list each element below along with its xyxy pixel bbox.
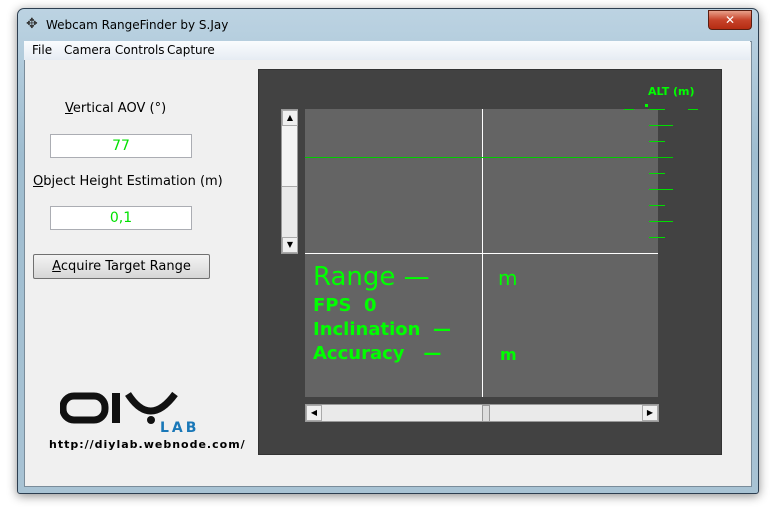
- fps-readout: FPS 0: [313, 295, 377, 316]
- vertical-aov-label: Vertical AOV (°): [65, 101, 167, 116]
- alt-label: ALT (m): [648, 85, 695, 98]
- alt-tick: [649, 237, 665, 238]
- alt-tick: [649, 109, 665, 110]
- range-unit: m: [498, 266, 518, 290]
- website-url[interactable]: http://diylab.webnode.com/: [49, 438, 246, 451]
- acquire-target-range-button[interactable]: Acquire Target Range: [33, 254, 210, 279]
- alt-tick: [649, 125, 673, 126]
- vertical-scrollbar[interactable]: ▲ ▼: [281, 109, 298, 254]
- alt-tick: [649, 141, 665, 142]
- close-button[interactable]: ✕: [708, 10, 752, 30]
- object-height-label: Object Height Estimation (m): [33, 174, 223, 189]
- move-icon[interactable]: ✥: [26, 16, 38, 32]
- range-readout: Range —: [313, 262, 430, 292]
- menu-file[interactable]: File: [32, 43, 52, 57]
- svg-text:LAB: LAB: [160, 420, 199, 435]
- alt-tick: [649, 189, 673, 190]
- horizon-line: [305, 157, 673, 158]
- menu-capture[interactable]: Capture: [167, 43, 215, 57]
- vertical-aov-input[interactable]: 77: [50, 134, 192, 158]
- accuracy-unit: m: [500, 345, 517, 364]
- window-title: Webcam RangeFinder by S.Jay: [46, 18, 229, 32]
- horizontal-scrollbar[interactable]: ◀ ▶: [305, 404, 659, 422]
- scroll-thumb[interactable]: [482, 405, 490, 422]
- inclination-readout: Inclination —: [313, 319, 451, 340]
- close-icon: ✕: [724, 13, 736, 27]
- menu-bar: File Camera Controls Capture: [24, 41, 750, 60]
- alt-tick: [649, 205, 665, 206]
- scroll-left-icon[interactable]: ◀: [306, 405, 322, 421]
- object-height-input[interactable]: 0,1: [50, 206, 192, 230]
- scroll-right-icon[interactable]: ▶: [642, 405, 658, 421]
- altitude-marker: [645, 104, 648, 107]
- alt-tick: [649, 173, 665, 174]
- scroll-thumb[interactable]: [282, 126, 297, 187]
- menu-camera-controls[interactable]: Camera Controls: [64, 43, 165, 57]
- diylab-logo: LAB: [59, 390, 230, 436]
- scroll-up-icon[interactable]: ▲: [282, 110, 298, 126]
- crosshair-horizontal: [305, 253, 658, 254]
- accuracy-readout: Accuracy —: [313, 343, 442, 364]
- alt-tick: [649, 221, 673, 222]
- scroll-down-icon[interactable]: ▼: [282, 237, 298, 253]
